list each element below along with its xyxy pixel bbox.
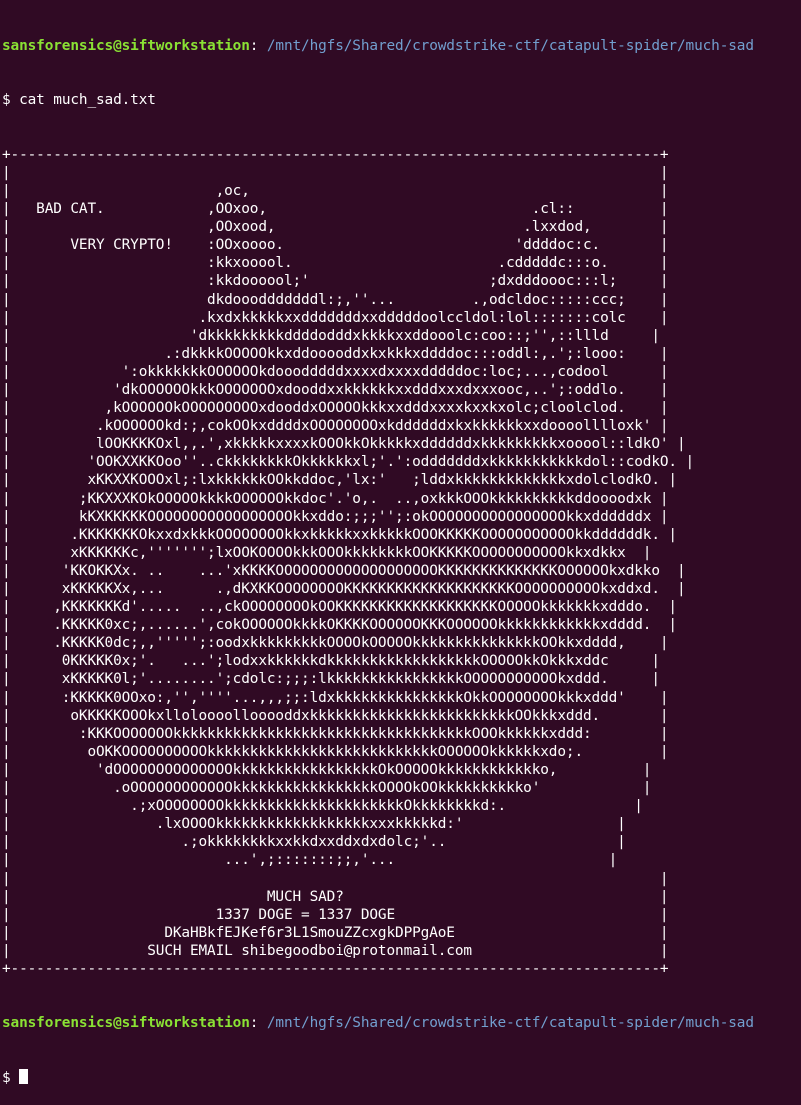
output-line: | ,KKKKKKKd'..... ..,ckOOOOOOOOkOOKKKKKK…	[2, 599, 677, 616]
final-prompt-path: /mnt/hgfs/Shared/crowdstrike-ctf/catapul…	[258, 1015, 754, 1032]
output-line: | kKXKKKKKOOOOOOOOOOOOOOOOOkkxddo:;;;'';…	[2, 508, 669, 525]
output-line: | |	[2, 164, 669, 181]
final-prompt-line: sansforensics@siftworkstation: /mnt/hgfs…	[2, 1014, 801, 1032]
output-line: | DKaHBkfEJKef6r3L1SmouZZcxgkDPPgAoE |	[2, 924, 669, 941]
output-line: | ':okkkkkkkOOOOOOkdooodddddxxxxdxxxxddd…	[2, 363, 669, 380]
output-line: | xKKXXKOOOxl;:lxkkkkkkOOkkddoc,'lx:' ;l…	[2, 472, 677, 489]
output-line: | :KKKKK0OOxo:,'',''''...,,,;;:ldxkkkkkk…	[2, 689, 669, 706]
output-line: | 'dOOOOOOOOOOOOOOkkkkkkkkkkkkkkkkkOkOOO…	[2, 761, 652, 778]
output-line: | VERY CRYPTO! :OOxoooo. 'ddddoc:c. |	[2, 237, 669, 254]
output-line: | 0KKKKK0x;'. ...';lodxxkkkkkkdkkkkkkkkk…	[2, 653, 660, 670]
output-line: | ,kOOOOOOkOOOOOOOOOxdooddxOOOOOkkkxxddd…	[2, 400, 669, 417]
output-line: | 'OOKXXKKOoo''..ckkkkkkkkOkkkkkkxl;'.':…	[2, 454, 695, 471]
output-line: | .:dkkkkOOOOOkkxddooooddxkxkkkxddddoc::…	[2, 345, 669, 362]
output-line: | .KKKKKKKOkxxdxkkkOOOOOOOOkkxkkkkkxxkkk…	[2, 526, 677, 543]
output-line: | 'dkOOOOOOkkkOOOOOOOxdooddxxkkkkkkxxddd…	[2, 381, 669, 398]
output-line: | 'dkkkkkkkkkddddodddxkkkkxxddooolc:coo:…	[2, 327, 660, 344]
output-line: | ;KKXXXKOkOOOOOkkkkOOOOOOkkdoc'.'o,. ..…	[2, 490, 669, 507]
final-prompt-user: sansforensics@siftworkstation	[2, 1015, 250, 1032]
final-prompt-colon: :	[249, 1015, 259, 1032]
output-line: | ,OOxood, .lxxdod, |	[2, 219, 669, 236]
prompt-dollar: $	[2, 92, 20, 109]
output-line: | .;okkkkkkkkxxkkdxxddxdxdolc;'.. |	[2, 834, 626, 851]
output-line: | :KKKOOOOOOOkkkkkkkkkkkkkkkkkkkkkkkkkkk…	[2, 725, 669, 742]
output-line: | .kOOOOOOkd:;,cokOOkxddddxOOOOOOOOxkddd…	[2, 418, 669, 435]
output-line: +---------------------------------------…	[2, 146, 669, 163]
output-line: | ...',;:::::::;;,'... |	[2, 852, 618, 869]
output-line: | .kxdxkkkkkxxdddddddxxdddddoolccldol:lo…	[2, 309, 669, 326]
output-line: | .lxOOOOkkkkkkkkkkkkkkkkkkxxxkkkkkd:' |	[2, 816, 626, 833]
output-line: | .KKKKK0xc;,......',cokOOOOOOkkkkOKKKKO…	[2, 617, 677, 634]
input-line[interactable]: $	[2, 1068, 801, 1087]
output-line: | 1337 DOGE = 1337 DOGE |	[2, 906, 669, 923]
command-line: $ cat much_sad.txt	[2, 91, 801, 109]
output-line: | MUCH SAD? |	[2, 888, 669, 905]
file-output: +---------------------------------------…	[2, 146, 801, 978]
output-line: +---------------------------------------…	[2, 960, 669, 977]
input-prompt-dollar: $	[2, 1069, 20, 1086]
output-line: | oOKKOOOOOOOOOOkkkkkkkkkkkkkkkkkkkkkkkk…	[2, 743, 669, 760]
prompt-line: sansforensics@siftworkstation: /mnt/hgfs…	[2, 37, 801, 55]
cursor-block	[19, 1068, 28, 1084]
output-line: | :kkxooool. .cdddddc:::o. |	[2, 255, 669, 272]
output-line: | .;xOOOOOOOOkkkkkkkkkkkkkkkkkkkkkOkkkkk…	[2, 798, 643, 815]
terminal-window[interactable]: sansforensics@siftworkstation: /mnt/hgfs…	[0, 0, 801, 1085]
output-line: | xKKKKKKc,''''''';lxOOKOOOOkkkOOOkkkkkk…	[2, 544, 652, 561]
output-line: | dkdooodddddddl:;,''... .,odcldoc:::::c…	[2, 291, 669, 308]
output-line: | xKKKKKXx,... .,dKXKKOOOOOOOOKKKKKKKKKK…	[2, 581, 686, 597]
output-line: | ,oc, |	[2, 182, 669, 199]
output-line: | :kkdoooool;' ;dxdddoooc:::l; |	[2, 273, 669, 290]
output-line: | xKKKKK0l;'........';cdolc:;;;:lkkkkkkk…	[2, 671, 660, 688]
prompt-path: /mnt/hgfs/Shared/crowdstrike-ctf/catapul…	[258, 38, 754, 55]
output-line: | oKKKKKOOOkxlloloooollooooddxkkkkkkkkkk…	[2, 707, 669, 724]
command-text: cat much_sad.txt	[19, 92, 156, 109]
prompt-user: sansforensics@siftworkstation	[2, 38, 250, 55]
output-line: | lOOKKKKOxl,,.',xkkkkkxxxxkOOOkkOkkkkkx…	[2, 436, 686, 453]
output-line: | |	[2, 870, 669, 887]
output-line: | 'KKOKKXx. .. ...'xKKKKOOOOOOOOOOOOOOOO…	[2, 562, 686, 579]
output-line: | .oOOOOOOOOOOOOkkkkkkkkkkkkkkkkkOOOOkOO…	[2, 780, 652, 797]
output-line: | BAD CAT. ,OOxoo, .cl:: |	[2, 201, 669, 218]
output-line: | SUCH EMAIL shibegoodboi@protonmail.com…	[2, 942, 669, 959]
output-line: | .KKKKK0dc;,,''''';:oodxkkkkkkkkkOOOOkO…	[2, 635, 669, 652]
